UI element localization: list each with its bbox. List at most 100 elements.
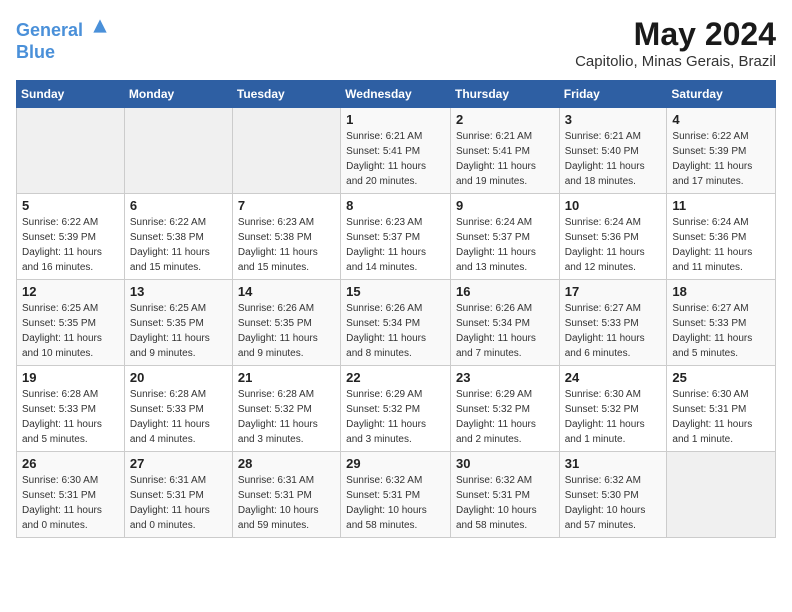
calendar-cell: 31Sunrise: 6:32 AM Sunset: 5:30 PM Dayli…	[559, 452, 667, 538]
day-number: 23	[456, 370, 554, 385]
day-info: Sunrise: 6:31 AM Sunset: 5:31 PM Dayligh…	[130, 473, 227, 533]
calendar-cell: 23 Sunrise: 6:29 AM Sunset: 5:32 PM Dayli…	[450, 366, 559, 452]
calendar-week-row: 19Sunrise: 6:28 AM Sunset: 5:33 PM Dayli…	[17, 366, 776, 452]
calendar-cell: 22 Sunrise: 6:29 AM Sunset: 5:32 PM Dayli…	[341, 366, 451, 452]
calendar-cell	[17, 108, 125, 194]
day-number: 21	[238, 370, 335, 385]
calendar-cell: 2 Sunrise: 6:21 AM Sunset: 5:41 PM Daylig…	[450, 108, 559, 194]
calendar-cell: 20Sunrise: 6:28 AM Sunset: 5:33 PM Dayli…	[124, 366, 232, 452]
title-block: May 2024 Capitolio, Minas Gerais, Brazil	[575, 16, 776, 70]
day-number: 25	[672, 370, 770, 385]
day-info: Sunrise: 6:21 AM Sunset: 5:41 PM Dayligh…	[346, 129, 445, 189]
day-number: 18	[672, 284, 770, 299]
day-info: Sunrise: 6:23 AM Sunset: 5:37 PM Dayligh…	[346, 215, 445, 275]
page-header: General Blue May 2024 Capitolio, Minas G…	[16, 16, 776, 70]
calendar-cell: 8 Sunrise: 6:23 AM Sunset: 5:37 PM Daylig…	[341, 194, 451, 280]
calendar-cell: 16Sunrise: 6:26 AM Sunset: 5:34 PM Dayli…	[450, 280, 559, 366]
calendar-cell: 11 Sunrise: 6:24 AM Sunset: 5:36 PM Dayli…	[667, 194, 776, 280]
day-number: 4	[672, 112, 770, 127]
day-info: Sunrise: 6:32 AM Sunset: 5:30 PM Dayligh…	[565, 473, 662, 533]
logo-general: General	[16, 20, 83, 40]
calendar-week-row: 5 Sunrise: 6:22 AM Sunset: 5:39 PM Daylig…	[17, 194, 776, 280]
logo-blue: Blue	[16, 42, 110, 64]
day-info: Sunrise: 6:22 AM Sunset: 5:39 PM Dayligh…	[22, 215, 119, 275]
calendar-week-row: 26Sunrise: 6:30 AM Sunset: 5:31 PM Dayli…	[17, 452, 776, 538]
day-info: Sunrise: 6:29 AM Sunset: 5:32 PM Dayligh…	[346, 387, 445, 447]
weekday-header-monday: Monday	[124, 81, 232, 108]
calendar-cell: 27Sunrise: 6:31 AM Sunset: 5:31 PM Dayli…	[124, 452, 232, 538]
calendar-cell	[124, 108, 232, 194]
day-info: Sunrise: 6:27 AM Sunset: 5:33 PM Dayligh…	[672, 301, 770, 361]
calendar-cell	[232, 108, 340, 194]
day-number: 12	[22, 284, 119, 299]
day-number: 28	[238, 456, 335, 471]
month-year-title: May 2024	[575, 16, 776, 53]
day-info: Sunrise: 6:24 AM Sunset: 5:36 PM Dayligh…	[672, 215, 770, 275]
calendar-cell: 25 Sunrise: 6:30 AM Sunset: 5:31 PM Dayli…	[667, 366, 776, 452]
day-info: Sunrise: 6:21 AM Sunset: 5:40 PM Dayligh…	[565, 129, 662, 189]
day-number: 5	[22, 198, 119, 213]
day-number: 6	[130, 198, 227, 213]
day-info: Sunrise: 6:32 AM Sunset: 5:31 PM Dayligh…	[346, 473, 445, 533]
calendar-cell: 6 Sunrise: 6:22 AM Sunset: 5:38 PM Daylig…	[124, 194, 232, 280]
day-number: 7	[238, 198, 335, 213]
weekday-header-saturday: Saturday	[667, 81, 776, 108]
calendar-cell: 5 Sunrise: 6:22 AM Sunset: 5:39 PM Daylig…	[17, 194, 125, 280]
day-info: Sunrise: 6:24 AM Sunset: 5:37 PM Dayligh…	[456, 215, 554, 275]
day-info: Sunrise: 6:25 AM Sunset: 5:35 PM Dayligh…	[130, 301, 227, 361]
day-info: Sunrise: 6:21 AM Sunset: 5:41 PM Dayligh…	[456, 129, 554, 189]
day-number: 14	[238, 284, 335, 299]
calendar-cell: 26Sunrise: 6:30 AM Sunset: 5:31 PM Dayli…	[17, 452, 125, 538]
calendar-cell: 1Sunrise: 6:21 AM Sunset: 5:41 PM Daylig…	[341, 108, 451, 194]
calendar-cell: 4Sunrise: 6:22 AM Sunset: 5:39 PM Daylig…	[667, 108, 776, 194]
day-info: Sunrise: 6:31 AM Sunset: 5:31 PM Dayligh…	[238, 473, 335, 533]
day-info: Sunrise: 6:30 AM Sunset: 5:31 PM Dayligh…	[22, 473, 119, 533]
day-number: 30	[456, 456, 554, 471]
calendar-week-row: 1Sunrise: 6:21 AM Sunset: 5:41 PM Daylig…	[17, 108, 776, 194]
weekday-header-row: SundayMondayTuesdayWednesdayThursdayFrid…	[17, 81, 776, 108]
calendar-cell: 12 Sunrise: 6:25 AM Sunset: 5:35 PM Dayli…	[17, 280, 125, 366]
weekday-header-wednesday: Wednesday	[341, 81, 451, 108]
day-number: 3	[565, 112, 662, 127]
day-number: 11	[672, 198, 770, 213]
day-number: 16	[456, 284, 554, 299]
location-subtitle: Capitolio, Minas Gerais, Brazil	[575, 53, 776, 70]
day-info: Sunrise: 6:30 AM Sunset: 5:32 PM Dayligh…	[565, 387, 662, 447]
day-number: 19	[22, 370, 119, 385]
calendar-cell	[667, 452, 776, 538]
day-info: Sunrise: 6:22 AM Sunset: 5:38 PM Dayligh…	[130, 215, 227, 275]
calendar-cell: 29Sunrise: 6:32 AM Sunset: 5:31 PM Dayli…	[341, 452, 451, 538]
calendar-cell: 30 Sunrise: 6:32 AM Sunset: 5:31 PM Dayli…	[450, 452, 559, 538]
day-info: Sunrise: 6:32 AM Sunset: 5:31 PM Dayligh…	[456, 473, 554, 533]
calendar-cell: 24Sunrise: 6:30 AM Sunset: 5:32 PM Dayli…	[559, 366, 667, 452]
day-number: 17	[565, 284, 662, 299]
calendar-cell: 15 Sunrise: 6:26 AM Sunset: 5:34 PM Dayli…	[341, 280, 451, 366]
day-info: Sunrise: 6:29 AM Sunset: 5:32 PM Dayligh…	[456, 387, 554, 447]
day-info: Sunrise: 6:26 AM Sunset: 5:34 PM Dayligh…	[346, 301, 445, 361]
day-number: 20	[130, 370, 227, 385]
day-info: Sunrise: 6:26 AM Sunset: 5:35 PM Dayligh…	[238, 301, 335, 361]
logo: General Blue	[16, 16, 110, 63]
calendar-table: SundayMondayTuesdayWednesdayThursdayFrid…	[16, 80, 776, 538]
day-number: 22	[346, 370, 445, 385]
day-info: Sunrise: 6:24 AM Sunset: 5:36 PM Dayligh…	[565, 215, 662, 275]
calendar-cell: 3 Sunrise: 6:21 AM Sunset: 5:40 PM Daylig…	[559, 108, 667, 194]
day-number: 15	[346, 284, 445, 299]
day-info: Sunrise: 6:30 AM Sunset: 5:31 PM Dayligh…	[672, 387, 770, 447]
weekday-header-friday: Friday	[559, 81, 667, 108]
weekday-header-sunday: Sunday	[17, 81, 125, 108]
day-number: 9	[456, 198, 554, 213]
day-number: 8	[346, 198, 445, 213]
logo-icon	[90, 16, 110, 36]
day-info: Sunrise: 6:25 AM Sunset: 5:35 PM Dayligh…	[22, 301, 119, 361]
calendar-cell: 10Sunrise: 6:24 AM Sunset: 5:36 PM Dayli…	[559, 194, 667, 280]
day-number: 13	[130, 284, 227, 299]
calendar-cell: 28 Sunrise: 6:31 AM Sunset: 5:31 PM Dayli…	[232, 452, 340, 538]
day-info: Sunrise: 6:23 AM Sunset: 5:38 PM Dayligh…	[238, 215, 335, 275]
logo-text: General	[16, 16, 110, 42]
day-number: 2	[456, 112, 554, 127]
weekday-header-thursday: Thursday	[450, 81, 559, 108]
weekday-header-tuesday: Tuesday	[232, 81, 340, 108]
day-info: Sunrise: 6:28 AM Sunset: 5:32 PM Dayligh…	[238, 387, 335, 447]
calendar-cell: 21 Sunrise: 6:28 AM Sunset: 5:32 PM Dayli…	[232, 366, 340, 452]
